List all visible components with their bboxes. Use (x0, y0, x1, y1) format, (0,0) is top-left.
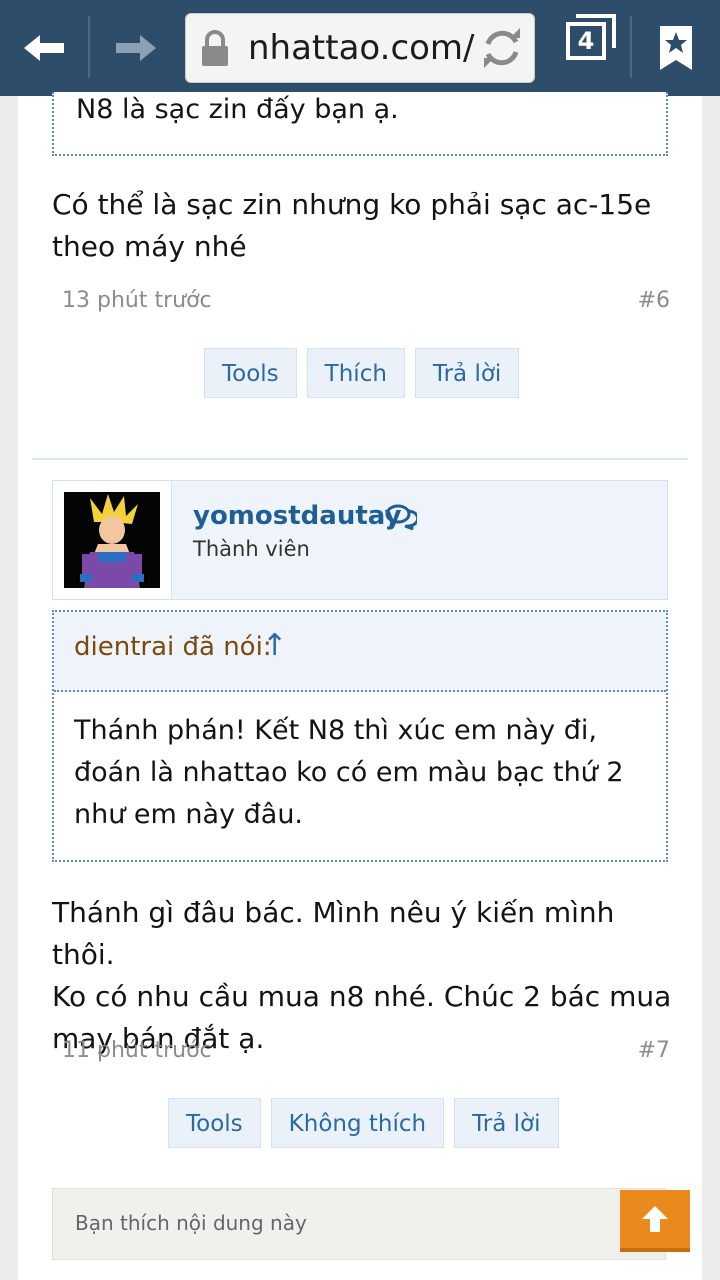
post-text-line: Thánh gì đâu bác. Mình nêu ý kiến mình t… (52, 896, 615, 971)
like-summary-text: Bạn thích nội dung này (75, 1211, 307, 1235)
quote-header: dientrai đã nói: ↑ (54, 612, 666, 692)
tabs-button[interactable]: 4 (558, 0, 628, 96)
address-bar[interactable]: nhattao.com/ (185, 13, 535, 83)
quote-text: N8 là sạc zin đấy bạn ạ. (76, 94, 399, 125)
reply-button[interactable]: Trả lời (454, 1098, 559, 1148)
forward-button[interactable] (92, 0, 180, 96)
tools-button[interactable]: Tools (168, 1098, 261, 1148)
post-message: Có thể là sạc zin nhưng ko phải sạc ac-1… (52, 184, 672, 268)
quote-text: Thánh phán! Kết N8 thì xúc em này đi, đo… (74, 710, 654, 836)
quote-text-line: như em này đâu. (74, 799, 304, 830)
arrow-left-icon (24, 35, 64, 61)
bookmark-star-icon (660, 26, 692, 70)
user-info: yomostdautay Thành viên (52, 480, 668, 600)
post-message: Thánh gì đâu bác. Mình nêu ý kiến mình t… (52, 892, 672, 1060)
tab-count: 4 (566, 22, 606, 60)
quote-text-line: Thánh phán! Kết N8 thì xúc em này đi, (74, 715, 597, 746)
unlike-button[interactable]: Không thích (270, 1098, 445, 1148)
url-text[interactable]: nhattao.com/ (248, 28, 478, 68)
toolbar-divider (88, 16, 90, 78)
quote-author[interactable]: dientrai đã nói: (74, 632, 272, 662)
reload-icon[interactable] (480, 26, 524, 70)
like-button[interactable]: Thích (306, 348, 405, 398)
post-number[interactable]: #6 (638, 288, 670, 313)
quote-text-line: đoán là nhattao ko có em màu bạc thứ 2 (74, 757, 624, 788)
post-actions: Tools Thích Trả lời (204, 348, 520, 398)
user-role: Thành viên (193, 537, 310, 561)
bookmark-button[interactable] (650, 0, 702, 96)
arrow-right-icon (116, 35, 156, 61)
post-time[interactable]: 13 phút trước (62, 288, 212, 313)
quote-block: dientrai đã nói: ↑ Thánh phán! Kết N8 th… (52, 610, 668, 862)
arrow-up-icon[interactable]: ↑ (262, 628, 287, 663)
post-time[interactable]: 11 phút trước (62, 1038, 212, 1063)
post-actions: Tools Không thích Trả lời (168, 1098, 559, 1148)
post-meta: 13 phút trước #6 (62, 288, 670, 313)
post-divider (32, 458, 688, 460)
lock-icon (202, 30, 228, 66)
arrow-up-icon (642, 1206, 668, 1232)
avatar-frame (53, 481, 172, 599)
chat-bubble-icon[interactable] (385, 503, 417, 531)
reply-button[interactable]: Trả lời (414, 348, 520, 398)
back-button[interactable] (0, 0, 88, 96)
like-summary-bar: Bạn thích nội dung này (52, 1188, 666, 1260)
avatar-image (64, 492, 160, 588)
username-link[interactable]: yomostdautay (193, 501, 401, 531)
post-number[interactable]: #7 (638, 1038, 670, 1063)
post-text-line: theo máy nhé (52, 230, 247, 263)
avatar[interactable] (64, 492, 160, 588)
quote-block: N8 là sạc zin đấy bạn ạ. (52, 92, 668, 156)
scroll-top-button[interactable] (620, 1190, 690, 1252)
thread-page: N8 là sạc zin đấy bạn ạ. Có thể là sạc z… (18, 92, 702, 1280)
tools-button[interactable]: Tools (204, 348, 297, 398)
toolbar-divider (630, 16, 632, 78)
post-meta: 11 phút trước #7 (62, 1038, 670, 1063)
browser-toolbar: nhattao.com/ 4 (0, 0, 720, 96)
post-text-line: Ko có nhu cầu mua n8 nhé. Chúc 2 bác mua (52, 980, 672, 1013)
post-text-line: Có thể là sạc zin nhưng ko phải sạc ac-1… (52, 188, 652, 221)
